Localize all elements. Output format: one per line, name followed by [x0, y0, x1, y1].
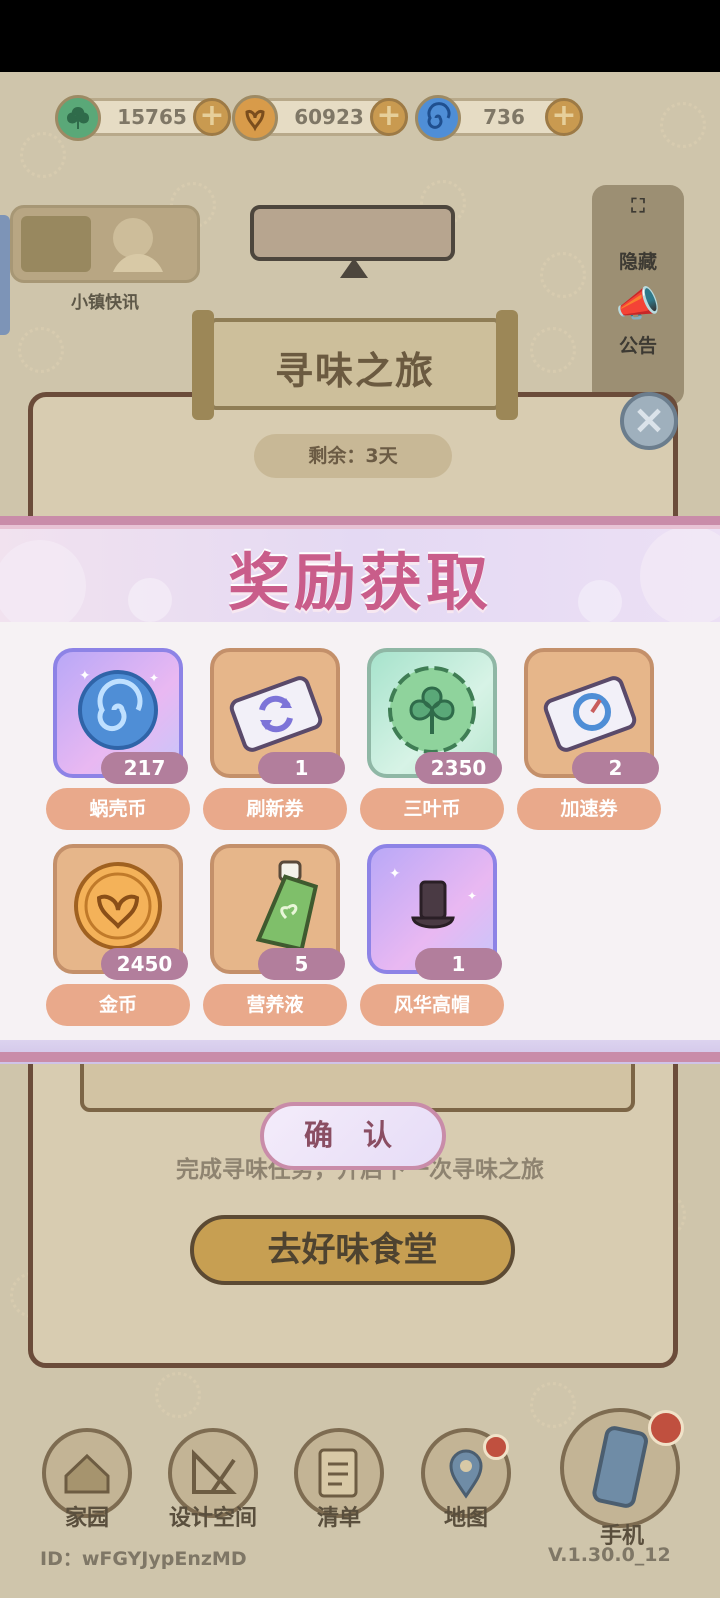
reward-item: 2450 金币 [46, 844, 190, 1034]
reward-item: ✦ ✦ 217 蜗壳币 [46, 648, 190, 838]
reward-count: 217 [101, 752, 188, 784]
notice-button[interactable]: 公告 [592, 331, 684, 358]
nav-design-label: 设计空间 [168, 1506, 257, 1531]
add-clover-button[interactable]: + [193, 98, 231, 136]
reward-name: 金币 [46, 984, 190, 1026]
banner-stripe [0, 1052, 720, 1062]
currency-gold: 60923 + [232, 95, 408, 141]
event-widget[interactable] [250, 205, 455, 261]
go-canteen-button[interactable]: 去好味食堂 [190, 1215, 515, 1285]
banner-stripe [0, 516, 720, 525]
reward-name: 刷新券 [203, 788, 347, 830]
nav-phone[interactable] [560, 1408, 684, 1528]
reward-title: 奖励获取 [227, 546, 492, 619]
nav-home-label: 家园 [64, 1506, 109, 1531]
pointer-arrow-icon [340, 258, 368, 278]
add-snail-button[interactable]: + [545, 98, 583, 136]
reward-item: ✦ ✦ 1 风华高帽 [360, 844, 504, 1034]
journey-title: 寻味之旅 [274, 349, 435, 393]
confirm-button[interactable]: 确 认 [260, 1102, 446, 1170]
megaphone-icon: 📣 [615, 284, 661, 325]
reward-name: 三叶币 [360, 788, 504, 830]
reward-count: 1 [415, 948, 502, 980]
reward-item: 2 加速券 [517, 648, 661, 838]
hide-button[interactable]: 隐藏 [592, 247, 684, 274]
svg-text:✦: ✦ [467, 889, 477, 903]
nav-list-label: 清单 [316, 1506, 361, 1531]
nav-map-label: 地图 [443, 1506, 488, 1531]
user-id: ID：wFGYJypEnzMD [40, 1548, 247, 1570]
news-label: 小镇快讯 [71, 293, 139, 313]
reward-name: 蜗壳币 [46, 788, 190, 830]
reward-item: 5 营养液 [203, 844, 347, 1034]
news-card[interactable] [10, 205, 200, 283]
reward-count: 2450 [101, 948, 188, 980]
reward-item: 2350 三叶币 [360, 648, 504, 838]
reward-name: 加速券 [517, 788, 661, 830]
reward-name: 营养液 [203, 984, 347, 1026]
reward-count: 1 [258, 752, 345, 784]
right-panel: ⛶ 隐藏 📣 公告 [592, 185, 684, 405]
reward-name: 风华高帽 [360, 984, 504, 1026]
status-bar [0, 0, 720, 72]
notification-dot [648, 1410, 684, 1446]
remaining-time: 剩余：3天 [254, 434, 452, 478]
reward-count: 5 [258, 948, 345, 980]
currency-snail: 736 + [415, 95, 583, 141]
add-gold-button[interactable]: + [370, 98, 408, 136]
svg-text:✦: ✦ [389, 866, 401, 882]
svg-text:✦: ✦ [79, 668, 91, 684]
svg-text:✦: ✦ [149, 671, 159, 685]
close-button[interactable]: × [620, 392, 678, 450]
reward-count: 2 [572, 752, 659, 784]
expand-icon[interactable]: ⛶ [592, 195, 684, 217]
banner-stripe [0, 525, 720, 529]
side-tab[interactable] [0, 215, 10, 335]
notification-dot [483, 1434, 509, 1460]
journey-title-scroll: 寻味之旅 [192, 310, 518, 420]
currency-clover: 15765 + [55, 95, 231, 141]
reward-item: 1 刷新券 [203, 648, 347, 838]
reward-list: ✦ ✦ 217 蜗壳币 1 刷新券 2350 三叶币 2 加速券 2450 金币… [0, 622, 720, 1040]
version: V.1.30.0_12 [548, 1544, 671, 1566]
reward-count: 2350 [415, 752, 502, 784]
